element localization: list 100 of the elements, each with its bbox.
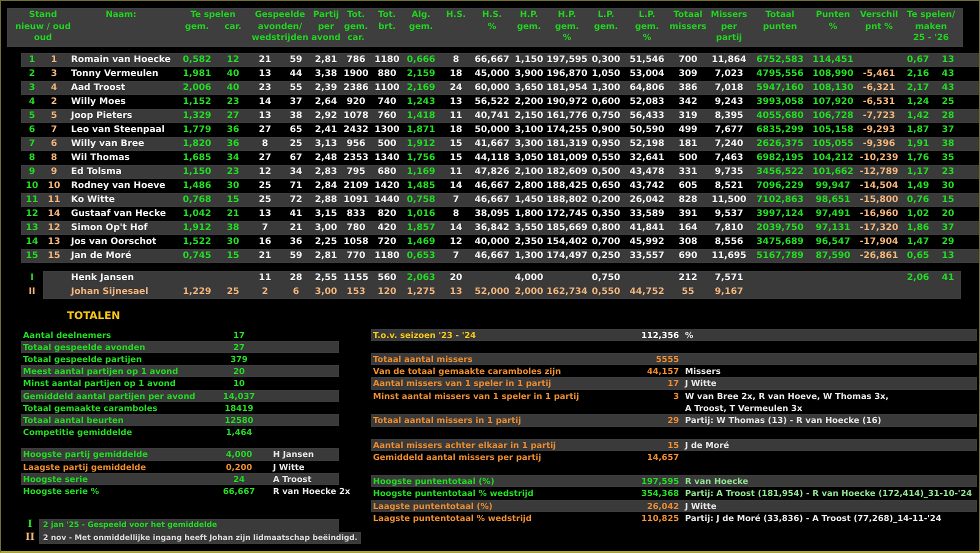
table-cell-text: 120 xyxy=(378,286,396,298)
table-cell-text: 101,662 xyxy=(812,166,854,178)
table-cell-text: 10 xyxy=(26,180,38,192)
table-cell-text: 1,91 xyxy=(906,138,930,150)
table-cell-text: 38,095 xyxy=(474,208,510,220)
stat-note: J Witte xyxy=(684,500,717,512)
table-cell-text: 18 xyxy=(450,124,462,136)
table-cell-text: 172,745 xyxy=(546,208,588,220)
table-cell-text: 46,667 xyxy=(474,250,510,262)
table-cell-text: 107,920 xyxy=(812,96,854,108)
table-cell-text: 2,64 xyxy=(314,96,338,108)
table-cell-text: 12 xyxy=(258,166,272,178)
table-cell-text: 2,92 xyxy=(314,110,338,122)
table-cell-text: 11,864 xyxy=(712,54,746,66)
table-cell-text: 30 xyxy=(226,180,240,192)
table-cell-text: 41,667 xyxy=(474,138,510,150)
table-cell-text: 1,820 xyxy=(182,138,212,150)
table-cell-text: 3,550 xyxy=(514,222,544,234)
table-cell-text: 37 xyxy=(942,222,954,234)
stat-value: 12580 xyxy=(224,414,254,426)
table-cell-text: 25 xyxy=(942,96,954,108)
table-cell-text: 181,954 xyxy=(546,82,588,94)
table-cell-text: 2 xyxy=(262,286,268,298)
table-cell-text: 0,650 xyxy=(592,180,620,192)
table-cell-text: 97,491 xyxy=(816,208,850,220)
table-cell-text: 10 xyxy=(48,180,60,192)
table-cell-text: 174,497 xyxy=(546,250,588,262)
table-cell-text: 1078 xyxy=(343,110,369,122)
table-cell-text: 44,752 xyxy=(630,286,664,298)
table-cell-text: 880 xyxy=(378,68,396,80)
table-cell-text: 1,42 xyxy=(906,110,930,122)
table-cell-text: -6,321 xyxy=(862,82,896,94)
stat-label: Minst aantal partijen op 1 avond xyxy=(22,377,177,390)
table-cell-text: 37 xyxy=(942,124,954,136)
table-cell-text: 37 xyxy=(290,96,302,108)
column-header: car. xyxy=(224,22,242,33)
table-cell-text: 920 xyxy=(346,96,366,108)
stat-note: Partij: W Thomas (13) - R van Hoecke (16) xyxy=(684,414,882,427)
stat-label: Laagste puntentotaal (%) xyxy=(372,500,494,512)
table-cell-text: 1440 xyxy=(374,194,400,206)
table-cell-text: 0,900 xyxy=(592,124,620,136)
stat-note: W van Bree 2x, R van Hoeve, W Thomas 3x, xyxy=(684,390,889,402)
table-cell-text: 104,212 xyxy=(812,152,854,164)
table-cell-text: 2386 xyxy=(343,82,369,94)
table-cell-text: 13 xyxy=(258,110,272,122)
table-cell-text: 760 xyxy=(378,110,396,122)
stat-value: 14,037 xyxy=(222,390,256,402)
table-cell-text: 1,169 xyxy=(406,166,436,178)
table-cell-text: 20 xyxy=(942,208,954,220)
stat-label: Aantal missers van 1 speler in 1 partij xyxy=(372,377,552,390)
table-cell-text: 2 xyxy=(50,96,58,108)
table-cell-text: 105,158 xyxy=(812,124,854,136)
table-cell-text: 1,912 xyxy=(406,138,436,150)
footnote-marker: I xyxy=(26,519,34,532)
table-cell-text: 786 xyxy=(346,54,366,66)
table-cell-text: 8 xyxy=(28,152,36,164)
table-cell-text: 55 xyxy=(682,286,694,298)
table-cell-text: 6 xyxy=(292,286,300,298)
table-cell-text: 34 xyxy=(290,166,302,178)
column-header: H.P. gem. % xyxy=(555,10,579,44)
table-cell-text: 13 xyxy=(450,286,462,298)
column-header: Te spelen/ maken 25 - '26 xyxy=(906,10,956,44)
table-cell-text: Simon Op't Hof xyxy=(70,222,148,234)
column-header: H.S. xyxy=(446,10,466,22)
table-cell-text: Ko Witte xyxy=(70,194,115,206)
table-cell-text: 162,734 xyxy=(546,286,588,298)
stat-label: Totaal gespeelde avonden xyxy=(22,340,146,353)
stat-label: Gemiddeld aantal partijen per avond xyxy=(22,390,196,402)
stat-note: J de Moré xyxy=(684,438,730,451)
table-cell-text: 4 xyxy=(28,96,36,108)
table-cell-text: 52,198 xyxy=(630,138,664,150)
table-cell-text: 500 xyxy=(678,152,698,164)
table-cell-text: 780 xyxy=(346,222,366,234)
stat-value: 15 xyxy=(666,438,679,451)
stat-note: A Troost, T Vermeulen 3x xyxy=(684,402,802,414)
table-cell-text: 50,000 xyxy=(474,124,510,136)
table-cell-text: 14 xyxy=(26,236,38,248)
table-cell-text: 7,677 xyxy=(714,124,744,136)
table-cell-text: 420 xyxy=(378,222,396,234)
stat-label: Hoogste serie % xyxy=(22,484,100,498)
table-cell-text: 11 xyxy=(48,194,60,206)
table-cell-text: 1,450 xyxy=(514,194,544,206)
table-cell-text: 181,319 xyxy=(546,138,588,150)
table-cell-text: 3,050 xyxy=(514,152,544,164)
table-cell-text: 36 xyxy=(226,138,240,150)
stat-label: Totaal aantal missers xyxy=(372,352,474,366)
table-cell-text: 41 xyxy=(942,272,954,284)
column-header: Tot. gem. car. xyxy=(344,10,368,44)
stat-value: 3 xyxy=(672,390,679,403)
table-cell-text: -6,531 xyxy=(862,96,896,108)
table-cell-text: 1300 xyxy=(374,124,400,136)
table-cell-text: 114,451 xyxy=(812,54,854,66)
table-cell-text: 2,88 xyxy=(314,194,338,206)
table-cell-text: 2,83 xyxy=(314,166,338,178)
table-cell-text: 499 xyxy=(678,124,698,136)
table-cell-text: 2,55 xyxy=(314,272,338,284)
table-cell-text: 0,350 xyxy=(592,208,620,220)
table-cell-text: 46,667 xyxy=(474,194,510,206)
stat-label: Hoogste partij gemiddelde xyxy=(22,448,149,461)
stat-label: Laagste partij gemiddelde xyxy=(22,460,147,473)
